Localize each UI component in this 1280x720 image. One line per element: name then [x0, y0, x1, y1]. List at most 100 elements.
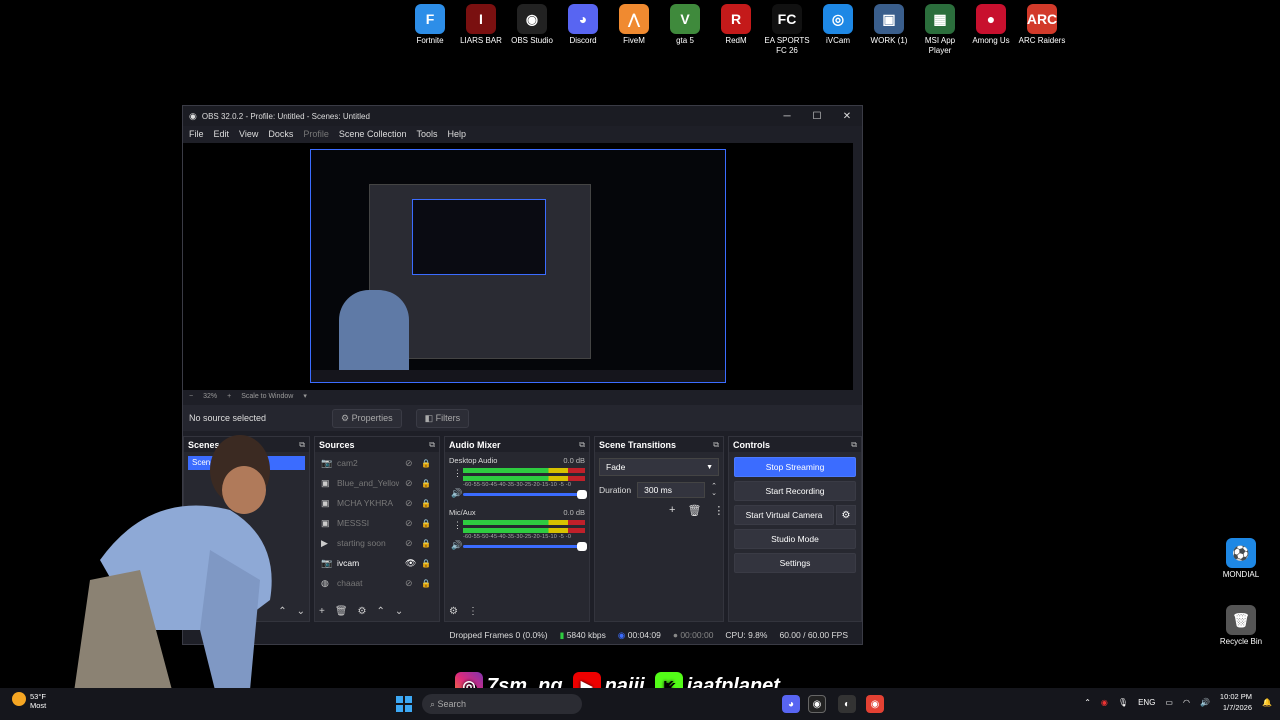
eye-off-icon[interactable]: ⊘: [405, 538, 421, 549]
desktop-icon[interactable]: F Fortnite: [406, 4, 454, 46]
desktop-icon[interactable]: ◎ iVCam: [814, 4, 862, 46]
desktop-icon[interactable]: R RedM: [712, 4, 760, 46]
lock-icon[interactable]: 🔒: [421, 559, 433, 568]
minimize-icon[interactable]: ─: [772, 111, 802, 122]
menu-item[interactable]: Profile: [303, 129, 329, 139]
menu-item[interactable]: View: [239, 129, 258, 139]
desktop-icon[interactable]: ▣ WORK (1): [865, 4, 913, 46]
obs-taskbar-icon[interactable]: ◉: [808, 695, 826, 713]
start-recording-button[interactable]: Start Recording: [734, 481, 856, 501]
volume-icon[interactable]: 🔊: [1200, 698, 1210, 707]
move-up-icon[interactable]: ⌃: [377, 606, 385, 617]
wifi-icon[interactable]: ◠: [1183, 698, 1190, 707]
speaker-icon[interactable]: 🔊: [451, 488, 462, 499]
eye-off-icon[interactable]: ⊘: [405, 498, 421, 509]
lock-icon[interactable]: 🔒: [421, 459, 433, 468]
desktop-icon[interactable]: ⋀ FiveM: [610, 4, 658, 46]
gear-icon[interactable]: ⚙: [358, 606, 367, 617]
desktop-icon[interactable]: ◕ Discord: [559, 4, 607, 46]
eye-off-icon[interactable]: ⊘: [405, 458, 421, 469]
menu-item[interactable]: Scene Collection: [339, 129, 407, 139]
lock-icon[interactable]: 🔒: [421, 479, 433, 488]
studio-mode-button[interactable]: Studio Mode: [734, 529, 856, 549]
advanced-audio-icon[interactable]: ⚙: [449, 606, 458, 617]
more-icon[interactable]: ⋮: [713, 504, 724, 517]
menu-item[interactable]: Help: [447, 129, 466, 139]
search-input[interactable]: ⌕ Search: [422, 694, 582, 714]
weather-widget[interactable]: 53°F Most: [12, 692, 46, 710]
menu-item[interactable]: Docks: [268, 129, 293, 139]
chevron-up-icon[interactable]: ⌃: [1084, 698, 1091, 707]
chevron-down-icon[interactable]: ▾: [303, 392, 307, 400]
close-icon[interactable]: ✕: [832, 111, 862, 122]
lock-icon[interactable]: 🔒: [421, 539, 433, 548]
popout-icon[interactable]: ⧉: [429, 440, 435, 450]
preview-canvas[interactable]: [310, 149, 726, 383]
more-icon[interactable]: ⋮: [468, 606, 478, 617]
desktop-icon[interactable]: ARC ARC Raiders: [1018, 4, 1066, 46]
source-row[interactable]: ▣ MCHA YKHRA ⊘ 🔒: [315, 493, 439, 513]
source-row[interactable]: ▶ starting soon ⊘ 🔒: [315, 533, 439, 553]
volume-slider[interactable]: [463, 490, 587, 499]
menu-item[interactable]: Tools: [416, 129, 437, 139]
start-button[interactable]: [396, 696, 412, 712]
desktop-icon[interactable]: I LIARS BAR: [457, 4, 505, 46]
source-row[interactable]: 📷 cam2 ⊘ 🔒: [315, 453, 439, 473]
notifications-icon[interactable]: 🔔: [1262, 698, 1272, 707]
eye-off-icon[interactable]: ⊘: [405, 518, 421, 529]
desktop-icon[interactable]: 🗑 Recycle Bin: [1217, 605, 1265, 647]
maximize-icon[interactable]: ☐: [802, 111, 832, 122]
popout-icon[interactable]: ⧉: [851, 440, 857, 450]
source-row[interactable]: ◍ chaaat ⊘ 🔒: [315, 573, 439, 593]
eye-off-icon[interactable]: ⊘: [405, 578, 421, 589]
source-row[interactable]: 📷 ivcam 👁 🔒: [315, 553, 439, 573]
chrome-taskbar-icon[interactable]: ◉: [866, 695, 884, 713]
transition-select[interactable]: Fade ▼: [599, 458, 719, 476]
desktop-icon[interactable]: ◉ OBS Studio: [508, 4, 556, 46]
popout-icon[interactable]: ⧉: [299, 440, 305, 450]
duration-input[interactable]: 300 ms: [637, 482, 706, 498]
eye-off-icon[interactable]: ⊘: [405, 478, 421, 489]
menu-item[interactable]: File: [189, 129, 204, 139]
zoom-out-button[interactable]: −: [189, 393, 193, 400]
trash-icon[interactable]: 🗑: [687, 504, 701, 517]
capcut-taskbar-icon[interactable]: ◐: [838, 695, 856, 713]
more-icon[interactable]: ⋮: [453, 520, 462, 531]
move-down-icon[interactable]: ⌄: [395, 606, 403, 617]
stepper-icon[interactable]: ⌃ ⌄: [711, 483, 717, 497]
source-row[interactable]: ▣ MESSSI ⊘ 🔒: [315, 513, 439, 533]
discord-taskbar-icon[interactable]: ◕: [782, 695, 800, 713]
lock-icon[interactable]: 🔒: [421, 499, 433, 508]
stop-streaming-button[interactable]: Stop Streaming: [734, 457, 856, 477]
zoom-in-button[interactable]: +: [227, 393, 231, 400]
start-virtual-camera-button[interactable]: Start Virtual Camera: [734, 505, 834, 525]
popout-icon[interactable]: ⧉: [713, 440, 719, 450]
settings-button[interactable]: Settings: [734, 553, 856, 573]
desktop-icon[interactable]: FC EA SPORTS FC 26: [763, 4, 811, 56]
speaker-icon[interactable]: 🔊: [451, 540, 462, 551]
eye-icon[interactable]: 👁: [405, 558, 421, 569]
add-icon[interactable]: +: [319, 606, 325, 617]
preview-area[interactable]: [183, 143, 853, 390]
menu-item[interactable]: Edit: [214, 129, 230, 139]
record-tray-icon[interactable]: ◉: [1101, 698, 1108, 707]
filters-button[interactable]: ◧ Filters: [415, 408, 470, 428]
desktop-icon[interactable]: Vgta 5: [661, 4, 709, 46]
language-indicator[interactable]: ENG: [1138, 698, 1155, 707]
desktop-icon[interactable]: ▦ MSI App Player: [916, 4, 964, 56]
desktop-icon[interactable]: ● Among Us: [967, 4, 1015, 46]
lock-icon[interactable]: 🔒: [421, 579, 433, 588]
popout-icon[interactable]: ⧉: [579, 440, 585, 450]
gear-icon[interactable]: ⚙: [836, 505, 856, 525]
more-icon[interactable]: ⋮: [453, 468, 462, 479]
trash-icon[interactable]: 🗑: [335, 606, 348, 617]
volume-slider[interactable]: [463, 542, 587, 551]
network-icon[interactable]: ▭: [1165, 698, 1173, 707]
source-row[interactable]: ▣ Blue_and_Yellow ⊘ 🔒: [315, 473, 439, 493]
lock-icon[interactable]: 🔒: [421, 519, 433, 528]
desktop-icon[interactable]: ⚽ MONDIAL: [1217, 538, 1265, 580]
scale-mode-select[interactable]: Scale to Window: [241, 393, 293, 400]
clock[interactable]: 10:02 PM 1/7/2026: [1220, 691, 1252, 713]
properties-button[interactable]: ⚙ Properties: [332, 408, 402, 428]
mic-icon[interactable]: 🎙: [1118, 698, 1128, 707]
